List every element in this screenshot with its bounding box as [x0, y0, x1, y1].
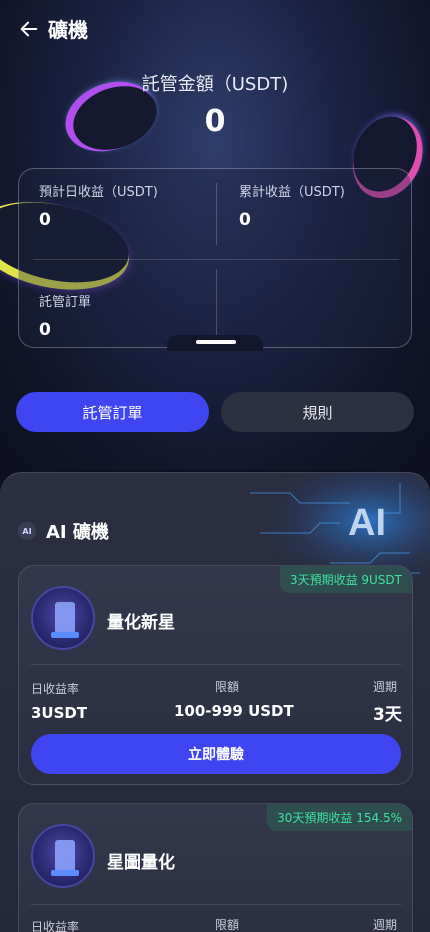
- mining-server-icon: [31, 586, 95, 650]
- product-card: 3天預期收益 9USDT 量化新星 日收益率 限額 週期 3USDT 100-9…: [18, 565, 413, 785]
- product-card: 30天預期收益 154.5% 星圖量化 日收益率 限額 週期: [18, 803, 413, 932]
- product-name: 星圖量化: [107, 853, 175, 873]
- stat-label: 累計收益（USDT): [239, 185, 345, 200]
- expected-return-badge: 30天預期收益 154.5%: [267, 804, 412, 831]
- period-label: 週期: [373, 680, 398, 694]
- stat-label: 預計日收益（USDT): [39, 185, 158, 200]
- ai-mining-panel: AI AI AI 礦機 3天預期收益 9USDT 量化新星 日收益率 限額 週期…: [0, 472, 430, 932]
- top-bar: 礦機: [18, 14, 88, 43]
- ai-chip-icon: AI: [18, 522, 36, 540]
- divider: [31, 904, 401, 905]
- ai-badge-text: AI: [348, 502, 386, 544]
- custody-amount-label: 託管金額（USDT): [141, 74, 289, 95]
- hero-section: 礦機 託管金額（USDT) 0 預計日收益（USDT) 0 累計收益（USDT)…: [0, 0, 430, 470]
- period-value: 3天: [373, 705, 402, 725]
- limit-label: 限額: [215, 918, 240, 932]
- limit-label: 限額: [215, 680, 240, 694]
- try-now-button[interactable]: 立即體驗: [31, 734, 401, 774]
- limit-value: 100-999 USDT: [174, 702, 294, 720]
- expected-return-badge: 3天預期收益 9USDT: [279, 566, 412, 593]
- product-name: 量化新星: [107, 613, 175, 633]
- divider: [31, 664, 401, 665]
- stat-orders: 託管訂單 0: [39, 291, 91, 340]
- stat-value: 0: [239, 210, 251, 230]
- drag-handle[interactable]: [196, 340, 236, 344]
- daily-rate-label: 日收益率: [31, 920, 80, 932]
- daily-rate-value: 3USDT: [31, 704, 88, 722]
- stat-total-yield: 累計收益（USDT) 0: [239, 181, 345, 230]
- custody-amount-value: 0: [204, 104, 226, 139]
- panel-title: AI 礦機: [46, 522, 109, 543]
- orders-button[interactable]: 託管訂單: [16, 392, 209, 432]
- action-buttons: 託管訂單 規則: [16, 392, 414, 432]
- stat-value: 0: [39, 320, 51, 340]
- page-title: 礦機: [48, 18, 88, 42]
- daily-rate-label: 日收益率: [31, 682, 80, 696]
- divider: [216, 269, 217, 339]
- divider: [216, 183, 217, 245]
- panel-header: AI AI 礦機: [18, 518, 109, 544]
- back-arrow-icon[interactable]: [18, 18, 40, 40]
- stat-daily-yield: 預計日收益（USDT) 0: [39, 181, 158, 230]
- rules-button[interactable]: 規則: [221, 392, 414, 432]
- divider: [33, 259, 399, 260]
- stat-value: 0: [39, 210, 51, 230]
- mining-server-icon: [31, 824, 95, 888]
- stat-label: 託管訂單: [39, 295, 92, 310]
- period-label: 週期: [373, 918, 398, 932]
- stats-card: 預計日收益（USDT) 0 累計收益（USDT) 0 託管訂單 0: [18, 168, 412, 348]
